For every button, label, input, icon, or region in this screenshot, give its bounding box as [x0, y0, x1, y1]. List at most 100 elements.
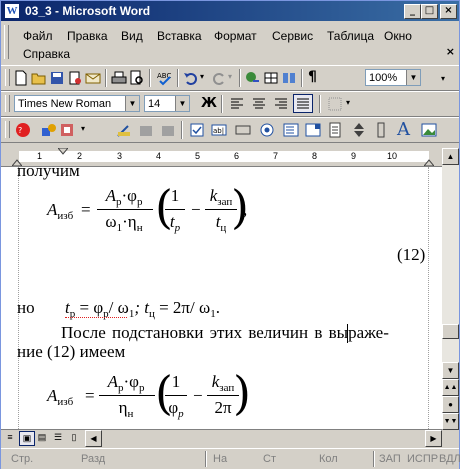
- normal-view-icon[interactable]: ≡: [3, 431, 17, 444]
- menu-tools[interactable]: Сервис: [272, 29, 313, 43]
- button-control-icon[interactable]: [235, 122, 251, 138]
- menu-format[interactable]: Формат: [214, 29, 257, 43]
- menu-insert[interactable]: Вставка: [157, 29, 202, 43]
- print-layout-view-icon[interactable]: ▤: [35, 431, 49, 444]
- menu-file[interactable]: Файл: [23, 29, 53, 43]
- word-app-icon[interactable]: W: [5, 4, 19, 18]
- scroll-up-button[interactable]: ▲: [442, 148, 459, 165]
- toolbar-grip[interactable]: [5, 69, 10, 86]
- scroll-thumb[interactable]: [442, 324, 459, 339]
- save-icon[interactable]: [49, 70, 65, 86]
- font-name-combo[interactable]: Times New Roman ▼: [14, 95, 140, 112]
- align-center-icon[interactable]: [251, 96, 267, 112]
- status-line: Ст: [263, 453, 276, 465]
- view-code-icon[interactable]: [160, 122, 176, 138]
- bold-button[interactable]: Ж: [201, 96, 217, 111]
- document-area[interactable]: получим Aизб = Aр·φр ω1·ηн ( 1 tр − kзап…: [1, 167, 442, 429]
- status-page: Стр.: [11, 453, 34, 465]
- toolbar-grip[interactable]: [5, 95, 10, 112]
- scroll-left-button[interactable]: ◀: [85, 430, 102, 447]
- textbox-control-icon[interactable]: ab|: [211, 122, 227, 138]
- align-left-icon[interactable]: [229, 96, 245, 112]
- toolbar-grip[interactable]: [5, 121, 10, 138]
- paragraph-line: ние (12) имеем: [17, 342, 126, 361]
- scroll-right-button[interactable]: ▶: [425, 430, 442, 447]
- label-control-icon[interactable]: A: [397, 119, 410, 140]
- new-document-icon[interactable]: [13, 70, 29, 86]
- tables-borders-icon[interactable]: [263, 70, 279, 86]
- checkbox-control-icon[interactable]: [189, 122, 205, 138]
- toolbar-options-icon[interactable]: ▾: [441, 74, 445, 83]
- font-size-combo[interactable]: 14 ▼: [144, 95, 190, 112]
- eq1-comma: ,: [243, 200, 248, 219]
- status-track-changes[interactable]: ИСПР: [407, 452, 438, 466]
- show-hide-pilcrow-icon[interactable]: ¶: [308, 69, 317, 85]
- next-page-button[interactable]: ▼▼: [442, 413, 459, 430]
- status-extend[interactable]: ВДЛ: [439, 452, 460, 466]
- previous-page-button[interactable]: ▲▲: [442, 379, 459, 396]
- spin-button-icon[interactable]: [351, 122, 367, 138]
- menu-view[interactable]: Вид: [121, 29, 143, 43]
- scroll-down-button[interactable]: ▼: [442, 362, 459, 379]
- menu-edit[interactable]: Правка: [67, 29, 108, 43]
- ruler-label: 6: [234, 151, 240, 161]
- open-folder-icon[interactable]: [31, 70, 47, 86]
- hyperlink-icon[interactable]: [245, 70, 261, 86]
- horizontal-scrollbar[interactable]: ≡ ▣ ▤ ☰ ▯ ◀ ▶: [1, 429, 442, 447]
- horizontal-ruler[interactable]: 1 2 3 4 5 6 7 8 9 10: [1, 148, 442, 167]
- minimize-button[interactable]: _: [404, 4, 421, 19]
- zoom-combo[interactable]: 100% ▼: [365, 69, 421, 86]
- shapes-icon[interactable]: [41, 122, 57, 138]
- redo-dropdown-icon[interactable]: ▾: [228, 72, 232, 81]
- scrollbar-control-icon[interactable]: [373, 122, 389, 138]
- word-window: W 03_3 - Microsoft Word _ □ × Файл Правк…: [0, 0, 460, 469]
- menu-help[interactable]: Справка: [23, 47, 70, 61]
- permission-icon[interactable]: [67, 70, 83, 86]
- spelling-icon[interactable]: ABC: [157, 70, 173, 86]
- ruler-label: 8: [312, 151, 318, 161]
- image-control-icon[interactable]: [421, 122, 437, 138]
- document-close-button[interactable]: ×: [446, 45, 455, 58]
- formatting-toolbar: Times New Roman ▼ 14 ▼ Ж ▾: [1, 91, 459, 117]
- eq1-minus: −: [191, 200, 201, 219]
- borders-dropdown-icon[interactable]: ▾: [346, 98, 350, 107]
- properties-icon[interactable]: [138, 122, 154, 138]
- justify-button[interactable]: [293, 94, 313, 113]
- toggle-button-icon[interactable]: [327, 122, 343, 138]
- status-record[interactable]: ЗАП: [379, 452, 401, 466]
- menu-bar: Файл Правка Вид Вставка Формат Сервис Та…: [1, 23, 459, 63]
- undo-icon[interactable]: [183, 70, 199, 86]
- font-dropdown-icon[interactable]: ▼: [125, 96, 139, 111]
- option-button-icon[interactable]: [259, 122, 275, 138]
- close-button[interactable]: ×: [440, 4, 457, 19]
- listbox-control-icon[interactable]: [283, 122, 299, 138]
- font-size-dropdown-icon[interactable]: ▼: [175, 96, 189, 111]
- combobox-control-icon[interactable]: [305, 122, 321, 138]
- styles-icon[interactable]: [59, 122, 75, 138]
- right-indent-marker[interactable]: [424, 159, 434, 166]
- redo-icon[interactable]: [211, 70, 227, 86]
- select-browse-object-button[interactable]: ●: [442, 396, 459, 413]
- maximize-button[interactable]: □: [421, 4, 438, 19]
- menu-table[interactable]: Таблица: [327, 29, 374, 43]
- print-icon[interactable]: [111, 70, 127, 86]
- print-preview-icon[interactable]: [129, 70, 145, 86]
- web-layout-view-icon[interactable]: ▣: [19, 431, 35, 446]
- email-icon[interactable]: [85, 70, 101, 86]
- menu-window[interactable]: Окно: [384, 29, 412, 43]
- eq2-denominator: ηн: [118, 398, 134, 420]
- vertical-scrollbar[interactable]: ▲ ▼ ▲▲ ● ▼▼: [442, 148, 459, 430]
- eq1-equals: =: [81, 200, 91, 219]
- zoom-dropdown-icon[interactable]: ▼: [406, 70, 420, 85]
- borders-icon[interactable]: [327, 96, 343, 112]
- outline-view-icon[interactable]: ☰: [51, 431, 65, 444]
- left-indent-marker[interactable]: [12, 159, 22, 166]
- design-mode-icon[interactable]: [116, 122, 132, 138]
- first-line-indent-marker[interactable]: [58, 148, 68, 155]
- align-right-icon[interactable]: [273, 96, 289, 112]
- toolbar-dropdown-icon[interactable]: ▾: [81, 124, 85, 133]
- undo-dropdown-icon[interactable]: ▾: [200, 72, 204, 81]
- no-entry-icon[interactable]: ?: [15, 122, 31, 138]
- columns-icon[interactable]: [281, 70, 297, 86]
- reading-layout-icon[interactable]: ▯: [67, 431, 81, 444]
